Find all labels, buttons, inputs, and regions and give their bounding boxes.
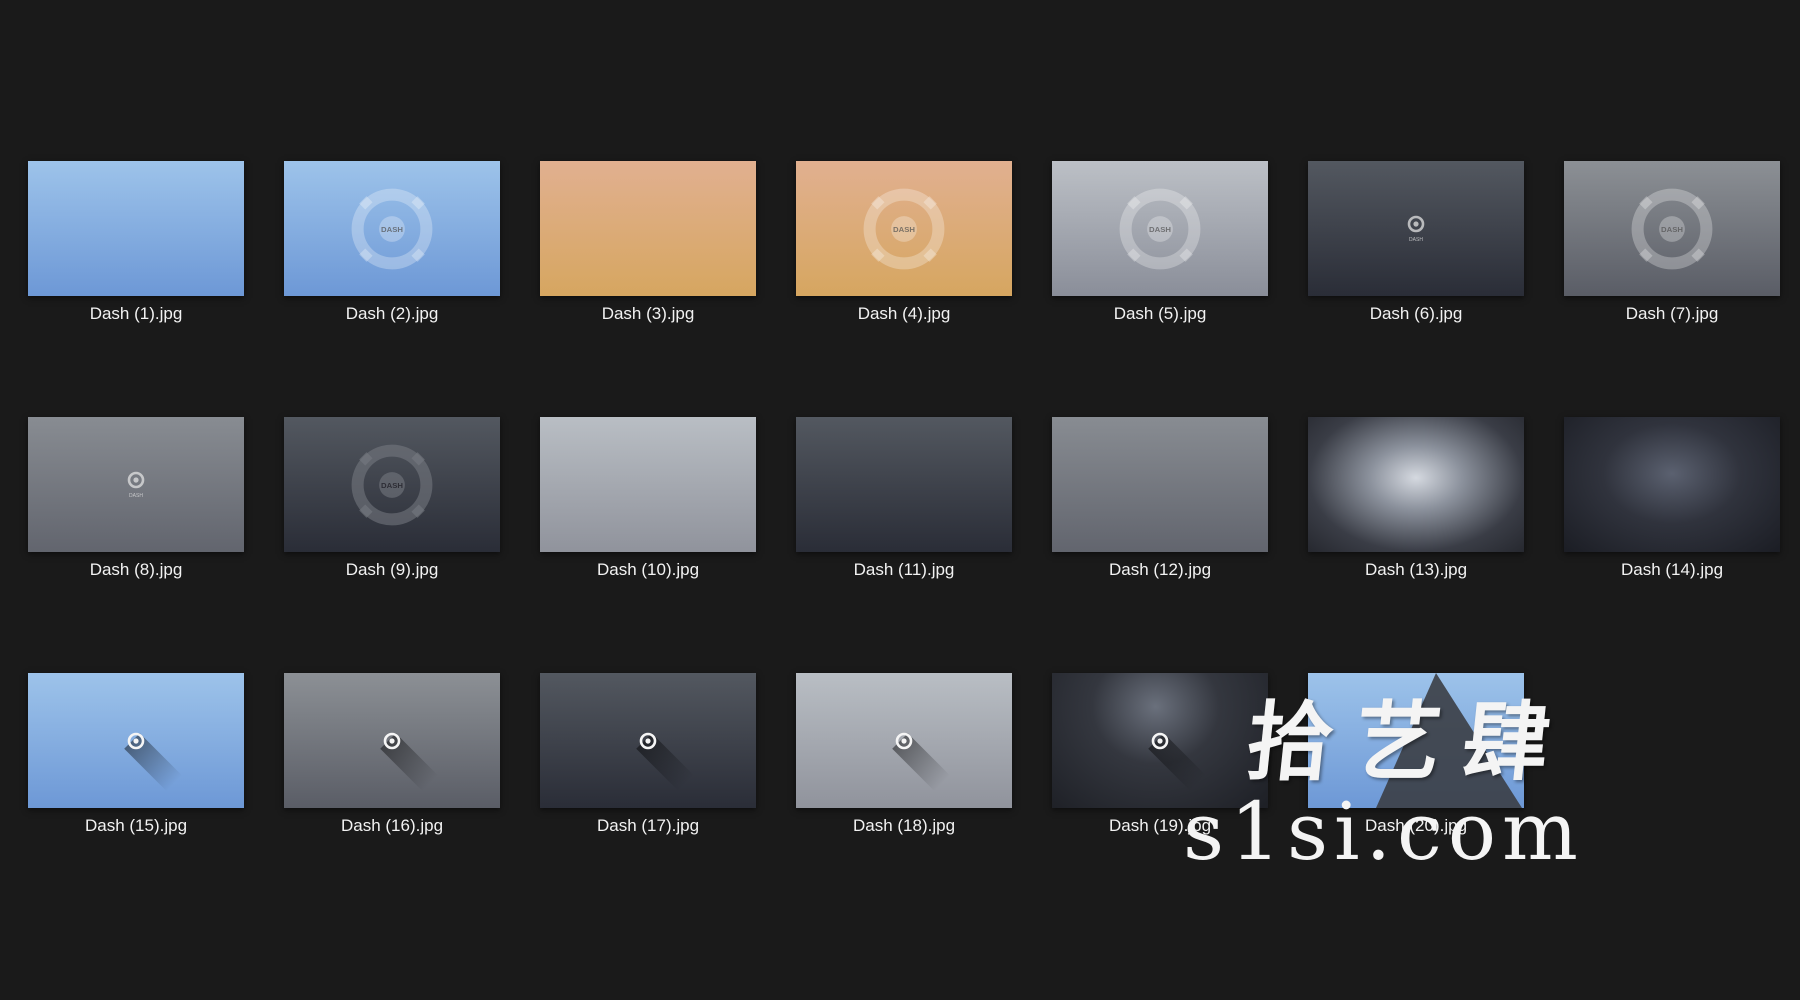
dash-logo-icon: DASH bbox=[1119, 188, 1201, 269]
file-item[interactable]: Dash (12).jpg bbox=[1052, 417, 1268, 580]
dash-logo-icon: DASH bbox=[863, 188, 945, 269]
file-item[interactable]: DASH Dash (5).jpg bbox=[1052, 161, 1268, 324]
file-item[interactable]: Dash (13).jpg bbox=[1308, 417, 1524, 580]
dash-small-logo-icon bbox=[895, 732, 913, 749]
svg-text:DASH: DASH bbox=[1149, 225, 1171, 234]
file-item[interactable]: Dash (1).jpg bbox=[28, 161, 244, 324]
file-item[interactable]: DASH Dash (7).jpg bbox=[1564, 161, 1780, 324]
file-thumbnail[interactable] bbox=[1564, 417, 1780, 552]
file-thumbnail[interactable]: DASH bbox=[796, 161, 1012, 296]
dash-small-logo-icon bbox=[639, 732, 657, 749]
file-name-label: Dash (9).jpg bbox=[345, 560, 439, 579]
svg-text:DASH: DASH bbox=[381, 225, 403, 234]
file-name-label: Dash (18).jpg bbox=[852, 816, 956, 835]
file-thumbnail[interactable] bbox=[28, 161, 244, 296]
file-thumbnail[interactable] bbox=[1308, 417, 1524, 552]
file-name-label: Dash (6).jpg bbox=[1369, 304, 1463, 323]
dash-logo-icon: DASH bbox=[351, 188, 433, 269]
dash-small-logo-icon bbox=[1151, 732, 1169, 749]
file-name-label: Dash (17).jpg bbox=[596, 816, 700, 835]
file-name-label: Dash (5).jpg bbox=[1113, 304, 1207, 323]
file-name-label: Dash (11).jpg bbox=[853, 560, 955, 579]
file-thumbnail[interactable]: DASH bbox=[28, 417, 244, 552]
svg-text:DASH: DASH bbox=[893, 225, 915, 234]
file-thumbnail[interactable] bbox=[1052, 417, 1268, 552]
file-name-label: Dash (7).jpg bbox=[1625, 304, 1719, 323]
file-thumbnail[interactable] bbox=[540, 673, 756, 808]
file-thumbnail[interactable]: DASH bbox=[1308, 161, 1524, 296]
file-item[interactable]: Dash (3).jpg bbox=[540, 161, 756, 324]
file-item[interactable]: DASH Dash (4).jpg bbox=[796, 161, 1012, 324]
dash-logo-icon: DASH bbox=[1631, 188, 1713, 269]
file-name-label: Dash (3).jpg bbox=[601, 304, 695, 323]
dash-logo-icon: DASH bbox=[351, 444, 433, 525]
file-thumbnail[interactable]: DASH bbox=[1564, 161, 1780, 296]
file-thumbnail[interactable] bbox=[284, 673, 500, 808]
file-thumbnail[interactable]: DASH bbox=[284, 161, 500, 296]
file-name-label: Dash (2).jpg bbox=[345, 304, 439, 323]
file-item[interactable]: DASH Dash (2).jpg bbox=[284, 161, 500, 324]
file-item[interactable]: Dash (14).jpg bbox=[1564, 417, 1780, 580]
file-thumbnail[interactable] bbox=[28, 673, 244, 808]
file-name-label: Dash (15).jpg bbox=[84, 816, 188, 835]
file-name-label: Dash (4).jpg bbox=[857, 304, 951, 323]
file-item[interactable]: Dash (17).jpg bbox=[540, 673, 756, 836]
file-item[interactable]: Dash (10).jpg bbox=[540, 417, 756, 580]
file-item[interactable]: DASH Dash (9).jpg bbox=[284, 417, 500, 580]
file-item[interactable]: DASH Dash (6).jpg bbox=[1308, 161, 1524, 324]
svg-text:DASH: DASH bbox=[129, 493, 143, 499]
file-name-label: Dash (16).jpg bbox=[340, 816, 444, 835]
file-item[interactable]: DASH Dash (8).jpg bbox=[28, 417, 244, 580]
file-thumbnail[interactable]: DASH bbox=[1052, 161, 1268, 296]
svg-text:DASH: DASH bbox=[1409, 237, 1423, 243]
file-item[interactable]: Dash (16).jpg bbox=[284, 673, 500, 836]
file-item[interactable]: Dash (11).jpg bbox=[796, 417, 1012, 580]
watermark-chinese: 拾艺肆 bbox=[1241, 692, 1577, 793]
file-thumbnail[interactable]: DASH bbox=[284, 417, 500, 552]
file-name-label: Dash (10).jpg bbox=[596, 560, 700, 579]
watermark-url: s1si.com bbox=[1183, 785, 1584, 878]
file-item[interactable]: Dash (15).jpg bbox=[28, 673, 244, 836]
file-name-label: Dash (1).jpg bbox=[89, 304, 183, 323]
file-name-label: Dash (12).jpg bbox=[1108, 560, 1212, 579]
dash-small-logo-icon bbox=[383, 732, 401, 749]
dash-small-logo-icon bbox=[127, 732, 145, 749]
file-thumbnail[interactable] bbox=[796, 417, 1012, 552]
file-name-label: Dash (14).jpg bbox=[1620, 560, 1724, 579]
file-thumbnail[interactable] bbox=[796, 673, 1012, 808]
file-name-label: Dash (8).jpg bbox=[89, 560, 183, 579]
file-item[interactable]: Dash (18).jpg bbox=[796, 673, 1012, 836]
dash-small-logo-icon: DASH bbox=[1407, 215, 1425, 243]
svg-text:DASH: DASH bbox=[1661, 225, 1683, 234]
file-thumbnail[interactable] bbox=[540, 417, 756, 552]
svg-text:DASH: DASH bbox=[381, 481, 403, 490]
dash-small-logo-icon: DASH bbox=[127, 471, 145, 499]
file-thumbnail[interactable] bbox=[540, 161, 756, 296]
file-name-label: Dash (13).jpg bbox=[1364, 560, 1468, 579]
